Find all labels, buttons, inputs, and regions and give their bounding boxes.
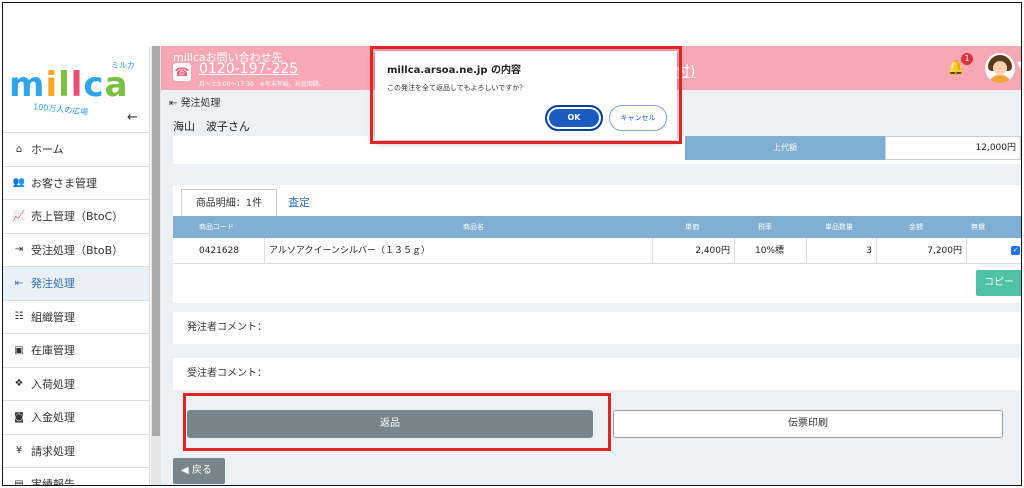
sidebar-item-reports[interactable]: ▤ 実績報告 [3,468,149,486]
cell-qty: 3 [807,238,877,264]
tab-assessment[interactable]: 査定 [288,189,310,217]
yen-icon: ¥ [15,445,23,457]
sidebar-item-customers[interactable]: 👥 お客さま管理 [3,167,149,200]
sidebar-item-home[interactable]: ⌂ ホーム [3,133,149,167]
sitemap-icon: ☷ [14,311,24,323]
logo-ruby: ミルカ [111,61,135,70]
sign-in-icon: ⇥ [14,244,24,256]
upper-amount-label: 上代額 [685,136,885,160]
header-free: 無償 [971,223,985,231]
back-label: 戻る [191,465,212,476]
header-qty: 単品数量 [825,223,853,231]
upper-amount-value: 12,000円 [885,136,1021,160]
sign-out-icon: ⇤ [14,277,24,289]
avatar[interactable] [985,53,1015,83]
header-tax: 税率 [758,223,772,231]
cell-name: アルソアクイーンシルバー（１３５ｇ） [265,238,653,264]
print-slip-button[interactable]: 伝票印刷 [613,410,1003,438]
header-code: 商品コード [199,223,234,231]
contact-hours: 月～土9:00～17:30 ※年末年始、お盆期間、 [199,81,325,88]
contact-phone[interactable]: 0120-197-225 [199,61,298,77]
line-chart-icon: 📈 [12,210,26,222]
free-checkbox[interactable]: ✓ [1011,246,1020,255]
sidebar-scrollbar[interactable] [151,46,161,485]
sidebar: millca ミルカ 100万人の広場 ← ⌂ ホーム 👥 お客さま管理 📈 売上管理… [3,46,150,486]
sidebar-item-payments[interactable]: ◙ 入金処理 [3,401,149,435]
orderer-comment: 発注者コメント： [173,312,1021,344]
archive-icon: ▣ [14,344,24,356]
cell-code: 0421628 [173,238,265,264]
header-name: 商品名 [463,223,484,231]
breadcrumb-label: 発注処理 [180,98,221,109]
sidebar-item-label: お客さま管理 [31,176,97,190]
sidebar-item-orders-received[interactable]: ⇥ 受注処理（BtoB） [3,234,149,267]
sidebar-item-billing[interactable]: ¥ 請求処理 [3,435,149,468]
screenshot-frame: millca ミルカ 100万人の広場 ← ⌂ ホーム 👥 お客さま管理 📈 売上管理… [2,2,1022,486]
cell-tax: 10%標 [735,238,807,264]
copy-button[interactable]: コピー [976,270,1021,296]
sidebar-item-inventory[interactable]: ▣ 在庫管理 [3,334,149,368]
items-panel: 商品明細：1件 査定 商品コード 商品名 単価 税率 単品数量 金額 無償 04… [173,185,1021,303]
logo-area: millca ミルカ 100万人の広場 ← [3,46,149,133]
chevron-left-icon: ◀ [181,465,189,476]
return-highlight-box [183,393,611,451]
sidebar-item-label: ホーム [31,143,64,157]
sidebar-item-purchase-orders[interactable]: ⇤ 発注処理 [3,267,149,301]
home-icon: ⌂ [15,143,23,155]
logo[interactable]: millca [9,68,129,102]
sidebar-item-receiving[interactable]: ❖ 入荷処理 [3,368,149,401]
header-amount: 金額 [909,223,923,231]
receiver-comment: 受注者コメント： [173,358,1021,390]
report-icon: ▤ [14,478,24,486]
notification-badge: 1 [961,53,973,65]
sidebar-item-organization[interactable]: ☷ 組織管理 [3,301,149,334]
chevron-down-icon[interactable]: ▼ [1017,60,1021,69]
money-icon: ◙ [14,411,24,423]
back-button[interactable]: ◀ 戻る [173,458,225,484]
collapse-arrow-icon[interactable]: ← [127,110,138,125]
header-price: 単価 [685,223,699,231]
tab-item-details[interactable]: 商品明細：1件 [181,189,277,217]
sidebar-item-label: 発注処理 [31,277,75,291]
cubes-icon: ❖ [14,378,24,390]
sidebar-item-label: 入金処理 [31,411,75,425]
cell-amount: 7,200円 [877,238,967,264]
scrollbar-thumb[interactable] [152,46,160,436]
cell-price: 2,400円 [653,238,735,264]
sidebar-item-label: 実績報告 [31,478,75,486]
table-header: 商品コード 商品名 単価 税率 単品数量 金額 無償 [173,216,1021,238]
sidebar-item-sales[interactable]: 📈 売上管理（BtoC） [3,200,149,234]
table-row: 0421628 アルソアクイーンシルバー（１３５ｇ） 2,400円 10%標 3… [173,238,1021,264]
sidebar-item-label: 在庫管理 [31,344,75,358]
sidebar-item-label: 入荷処理 [31,377,75,391]
dialog-highlight-box [370,46,682,144]
sidebar-item-label: 組織管理 [31,310,75,324]
users-icon: 👥 [12,177,26,189]
sidebar-item-label: 請求処理 [31,444,75,458]
phone-icon: ☎ [173,63,191,81]
customer-name: 海山 波子さん [173,120,250,133]
sidebar-item-label: 売上管理（BtoC） [31,210,124,224]
sidebar-item-label: 受注処理（BtoB） [31,243,124,257]
breadcrumb: ⇤ 発注処理 [169,98,221,109]
